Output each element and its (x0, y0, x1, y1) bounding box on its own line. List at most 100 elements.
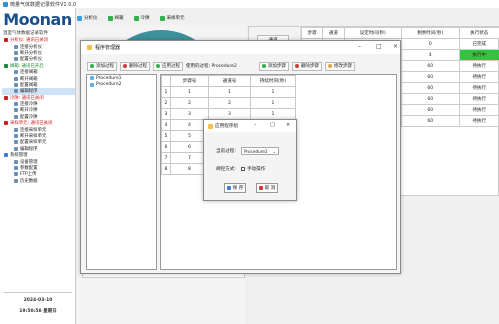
top-button-cold-trap[interactable]: 冷阱 (133, 15, 150, 21)
table-cell: 2 (208, 97, 251, 109)
table-cell: 1 (250, 97, 296, 109)
top-toolbar: 分析仪 阀箱 冷阱 采样单元 (77, 13, 185, 23)
table-cell: 3 (208, 108, 251, 120)
table-cell: 待执行 (458, 60, 499, 72)
table-cell: 1 (250, 86, 296, 98)
action-icon (14, 134, 18, 139)
top-button-valve[interactable]: 阀箱 (107, 15, 124, 21)
procedure-list: Procedure1 Procedure2 (86, 74, 157, 270)
table-row[interactable]: 3331 (161, 108, 296, 120)
table-cell: 3 (170, 108, 209, 120)
cancel-button[interactable]: 取 消 (256, 183, 278, 193)
valve-mode-row: 阀控方式: 手动操作 (216, 166, 265, 172)
modify-step-button[interactable]: 修改步骤 (324, 61, 355, 71)
action-icon (14, 146, 18, 151)
table-row[interactable]: 2221 (161, 97, 296, 109)
minimize-icon[interactable]: – (358, 43, 361, 50)
action-icon (14, 178, 18, 183)
add-icon (90, 64, 94, 68)
dialog-toolbar: 添加过程 删除过程 应用过程 使用的过程: Procedure2 添加步骤 删除… (87, 61, 397, 71)
analyzer-icon (77, 15, 82, 21)
column-header: 步骤 (300, 27, 324, 39)
maximize-icon[interactable]: □ (376, 43, 382, 50)
time-label: 19:50:58 星期日 (19, 309, 57, 314)
row-header: 8 (161, 163, 171, 175)
add-icon (261, 64, 266, 68)
action-icon (14, 89, 18, 94)
sampler-icon (159, 15, 165, 21)
top-button-sampler[interactable]: 采样单元 (159, 15, 185, 21)
row-header: 3 (161, 108, 171, 120)
device-icon (4, 121, 8, 126)
apply-process-button[interactable]: 应用过程 (153, 61, 183, 71)
column-header: 通道 (322, 27, 345, 39)
close-icon[interactable]: × (286, 122, 290, 128)
window-title: 微量气体数据记录软件V1.0.0 (10, 1, 77, 8)
device-icon (4, 38, 8, 43)
save-button[interactable]: 保 存 (224, 183, 246, 193)
add-step-button[interactable]: 添加步骤 (258, 61, 289, 71)
subdialog-app-icon (208, 123, 213, 129)
row-header: 1 (161, 86, 171, 98)
table-cell: 60 (401, 60, 460, 72)
procedure-icon (90, 76, 94, 81)
delete-icon (123, 64, 127, 68)
date-label: 2024-03-10 (23, 298, 53, 303)
action-icon (14, 108, 18, 113)
action-icon (14, 159, 18, 164)
using-process-label: 使用的过程: Procedure2 (186, 64, 237, 69)
subdialog-title: 应用程序组 (215, 124, 238, 129)
table-cell: 4 (401, 49, 460, 61)
manual-checkbox[interactable] (240, 167, 245, 171)
delete-step-button[interactable]: 删除步骤 (291, 61, 322, 71)
sidebar: Moonan 温室气体数据记录软件 分析仪: 通讯已关闭 连接分析仪 断开分析仪 配置… (0, 8, 76, 324)
action-icon (14, 44, 18, 49)
procedure-item[interactable]: Procedure2 (87, 82, 156, 89)
close-icon[interactable]: × (393, 43, 398, 50)
dialog-title: 程序管理器 (95, 45, 121, 51)
table-cell: 60 (401, 104, 460, 116)
dialog-titlebar: 程序管理器 (81, 41, 400, 54)
chevron-down-icon: ⌄ (272, 148, 276, 154)
table-cell: 1 (250, 108, 296, 120)
table-cell: 2 (170, 97, 209, 109)
column-header: 剩余时间(秒) (401, 27, 460, 39)
table-cell: 执行中 (458, 49, 499, 61)
apply-icon (156, 64, 160, 68)
table-cell: 60 (401, 115, 460, 127)
minimize-icon[interactable]: – (254, 122, 257, 128)
divider (4, 292, 72, 293)
add-process-button[interactable]: 添加过程 (87, 61, 117, 71)
save-icon (226, 186, 231, 190)
procedure-icon (90, 82, 94, 87)
action-icon (14, 140, 18, 145)
tree-item[interactable]: 历史数据 (2, 178, 75, 184)
table-cell: 1 (208, 86, 251, 98)
action-icon (14, 70, 18, 75)
edit-icon (327, 64, 332, 68)
row-header: 2 (161, 97, 171, 109)
table-cell: 待执行 (458, 82, 499, 94)
top-button-analyzer[interactable]: 分析仪 (77, 15, 98, 21)
table-row[interactable]: 1111 (161, 86, 296, 98)
current-process-select[interactable]: Procedure2 ⌄ (240, 147, 279, 155)
device-icon (4, 95, 8, 100)
action-icon (14, 102, 18, 107)
delete-process-button[interactable]: 删除过程 (120, 61, 150, 71)
row-header: 6 (161, 141, 171, 153)
maximize-icon[interactable]: □ (270, 122, 275, 128)
action-icon (14, 57, 18, 62)
apply-program-dialog: 应用程序组 – □ × 当前过程: Procedure2 ⌄ 阀控方式: 手动操… (203, 119, 297, 201)
device-icon (4, 153, 8, 158)
current-process-label: 当前过程: (216, 149, 236, 154)
column-header: 持续时间(秒) (250, 75, 296, 87)
action-icon (14, 166, 18, 170)
table-cell: 60 (401, 93, 460, 105)
table-cell: 60 (401, 82, 460, 94)
table-cell: 待执行 (458, 93, 499, 105)
action-icon (14, 76, 18, 81)
action-icon (14, 127, 18, 132)
table-cell: 待执行 (458, 104, 499, 116)
manual-label: 手动操作 (246, 167, 266, 172)
sidebar-subtitle: 温室气体数据记录软件 (3, 31, 48, 36)
